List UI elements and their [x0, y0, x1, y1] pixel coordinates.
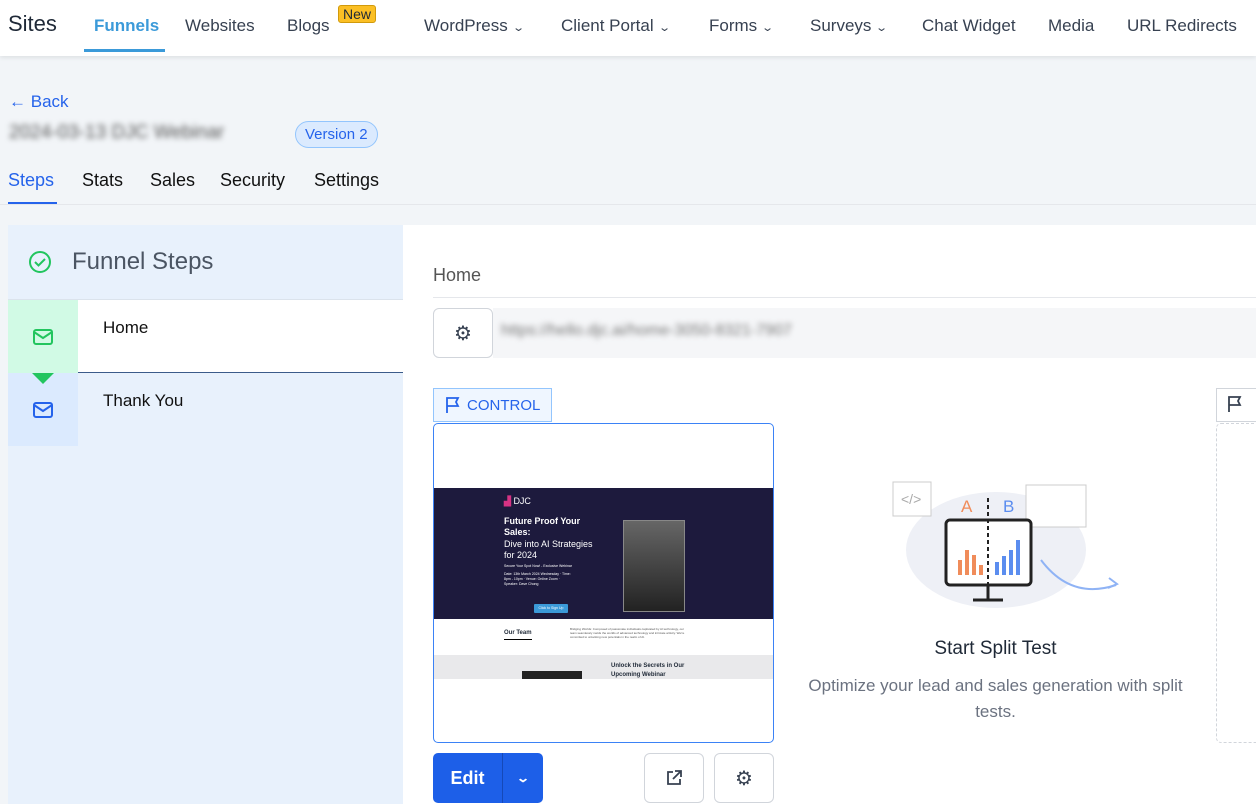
nav-forms[interactable]: Forms ⌄: [709, 16, 775, 36]
chevron-down-icon: ⌄: [515, 771, 531, 785]
back-label: Back: [30, 92, 69, 111]
step-home[interactable]: Home: [8, 300, 403, 384]
svg-text:</>: </>: [901, 491, 921, 507]
funnel-title: 2024-03-13 DJC Webinar: [9, 122, 225, 143]
mail-icon: [33, 328, 53, 345]
new-badge: New: [338, 5, 377, 23]
preview-tagline: Secure Your Spot Now! - Exclusive Webina…: [504, 564, 573, 568]
nav-blogs[interactable]: Blogs: [287, 16, 330, 36]
chevron-down-icon: ⌄: [761, 22, 775, 34]
step-label: Thank You: [103, 391, 184, 410]
preview-cta: Click to Sign Up: [534, 604, 568, 613]
variant-b-letter: B: [1003, 497, 1014, 516]
speaker-photo: [623, 520, 685, 612]
url-settings-button[interactable]: ⚙: [433, 308, 493, 358]
edit-dropdown-button[interactable]: ⌄: [503, 753, 543, 803]
arrow-left-icon: ←: [9, 92, 26, 111]
nav-chat-widget[interactable]: Chat Widget: [922, 16, 1016, 36]
step-label: Home: [103, 318, 149, 337]
page-preview[interactable]: ▟ DJC Future Proof Your Sales: Dive into…: [433, 423, 774, 743]
external-link-icon: [667, 770, 682, 785]
tab-steps[interactable]: Steps: [8, 170, 54, 191]
step-icon: [8, 300, 78, 373]
mail-icon: [33, 401, 53, 418]
funnel-steps-title: Funnel Steps: [72, 248, 214, 275]
back-link[interactable]: ← Back: [9, 92, 69, 112]
preview-logo: ▟ DJC: [504, 496, 531, 506]
edit-button[interactable]: Edit: [433, 753, 503, 803]
nav-active-underline: [84, 49, 165, 52]
divider: [0, 204, 1256, 205]
flag-icon: [1228, 396, 1242, 412]
nav-websites[interactable]: Websites: [185, 16, 255, 36]
funnel-steps-header: Funnel Steps: [8, 225, 403, 300]
variant-a-letter: A: [961, 497, 973, 516]
funnel-steps-panel: Funnel Steps Home Thank You: [8, 225, 403, 804]
url-field[interactable]: https://hello.djc.ai/home-3050-8321-7907: [493, 308, 1256, 358]
step-detail: Home ⚙ https://hello.djc.ai/home-3050-83…: [403, 225, 1256, 804]
nav-media[interactable]: Media: [1048, 16, 1094, 36]
preview-image: [522, 671, 582, 679]
nav-wordpress[interactable]: WordPress ⌄: [424, 16, 525, 36]
top-nav: Sites Funnels Websites Blogs New WordPre…: [0, 0, 1256, 56]
control-tag: CONTROL: [433, 388, 553, 422]
split-test-illustration: </> A B: [892, 481, 1119, 608]
preview-subheadline: Dive into AI Strategies for 2024: [504, 539, 593, 560]
step-title: Home: [433, 265, 482, 285]
divider: [433, 297, 1256, 298]
add-variant-area[interactable]: [1216, 423, 1256, 743]
page-settings-button[interactable]: ⚙: [714, 753, 774, 803]
nav-label: Forms: [709, 16, 758, 35]
tab-settings[interactable]: Settings: [314, 170, 379, 191]
preview-team-heading: Our Team: [504, 630, 532, 640]
nav-label: Client Portal: [561, 16, 654, 35]
chevron-down-icon: ⌄: [511, 22, 525, 34]
preview-unlock-heading: Unlock the Secrets in Our Upcoming Webin…: [611, 663, 685, 678]
tab-sales[interactable]: Sales: [150, 170, 195, 191]
nav-label: WordPress: [424, 16, 508, 35]
nav-funnels[interactable]: Funnels: [94, 16, 159, 36]
preview-headline: Future Proof Your Sales:: [504, 516, 581, 537]
edit-button-group: Edit ⌄: [433, 753, 543, 803]
step-thank-you[interactable]: Thank You: [8, 373, 403, 446]
split-test-description: Optimize your lead and sales generation …: [808, 676, 1183, 721]
nav-surveys[interactable]: Surveys ⌄: [810, 16, 889, 36]
open-preview-button[interactable]: [644, 753, 704, 803]
logo-text: DJC: [513, 496, 531, 506]
chevron-down-icon: ⌄: [875, 22, 889, 34]
tab-security[interactable]: Security: [220, 170, 285, 191]
version-badge: Version 2: [295, 121, 378, 148]
brand: Sites: [8, 11, 57, 36]
active-step-pointer: [32, 373, 54, 384]
control-label: CONTROL: [467, 396, 541, 414]
check-circle-icon: [29, 251, 51, 273]
split-test-title: Start Split Test: [934, 638, 1057, 659]
nav-label: Surveys: [810, 16, 872, 35]
nav-url-redirects[interactable]: URL Redirects: [1127, 16, 1237, 36]
gear-icon: ⚙: [454, 322, 472, 345]
gear-icon: ⚙: [735, 767, 753, 790]
preview-section: Unlock the Secrets in Our Upcoming Webin…: [434, 655, 773, 679]
preview-team-text: Bridging Worlds: Composed of passionate …: [570, 627, 685, 639]
url-text: https://hello.djc.ai/home-3050-8321-7907: [501, 322, 792, 339]
tab-stats[interactable]: Stats: [82, 170, 123, 191]
flag-icon: [446, 397, 460, 413]
chevron-down-icon: ⌄: [657, 22, 671, 34]
preview-details: Date: 13th March 2024 Wednesday · Time: …: [504, 572, 571, 586]
nav-client-portal[interactable]: Client Portal ⌄: [561, 16, 671, 36]
variant-tag: [1216, 388, 1256, 422]
preview-hero: ▟ DJC Future Proof Your Sales: Dive into…: [434, 488, 773, 619]
